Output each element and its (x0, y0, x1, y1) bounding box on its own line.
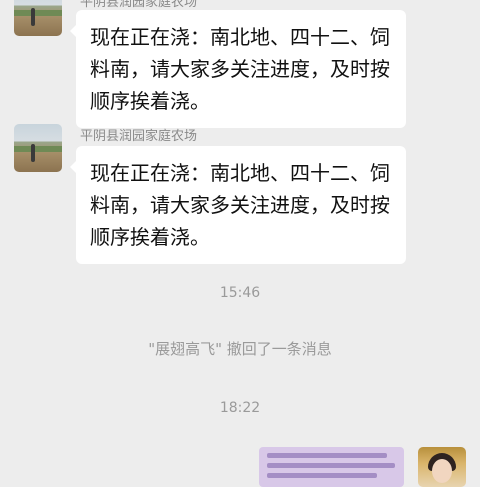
sender-name: 平阴县润园家庭农场 (80, 129, 198, 144)
avatar-figure (31, 8, 35, 26)
avatar-figure (31, 144, 35, 162)
timestamp: 15:46 (219, 285, 261, 301)
sender-avatar[interactable] (14, 0, 62, 36)
avatar-face (432, 459, 452, 483)
sender-avatar[interactable] (14, 124, 62, 172)
avatar-landscape-detail (14, 146, 62, 152)
timestamp: 18:22 (219, 400, 261, 416)
recall-notice: "展翅高飞" 撤回了一条消息 (148, 340, 332, 358)
image-text-line (267, 473, 377, 478)
image-message[interactable] (259, 447, 404, 487)
self-avatar[interactable] (418, 447, 466, 487)
image-text-line (267, 463, 395, 468)
sender-name: 平阴县润园家庭农场 (80, 0, 198, 10)
avatar-landscape-detail (14, 10, 62, 16)
message-bubble[interactable]: 现在正在浇：南北地、四十二、饲料南，请大家多关注进度，及时按顺序挨着浇。 (70, 10, 406, 128)
image-text-line (267, 453, 387, 458)
message-bubble[interactable]: 现在正在浇：南北地、四十二、饲料南，请大家多关注进度，及时按顺序挨着浇。 (70, 146, 406, 264)
